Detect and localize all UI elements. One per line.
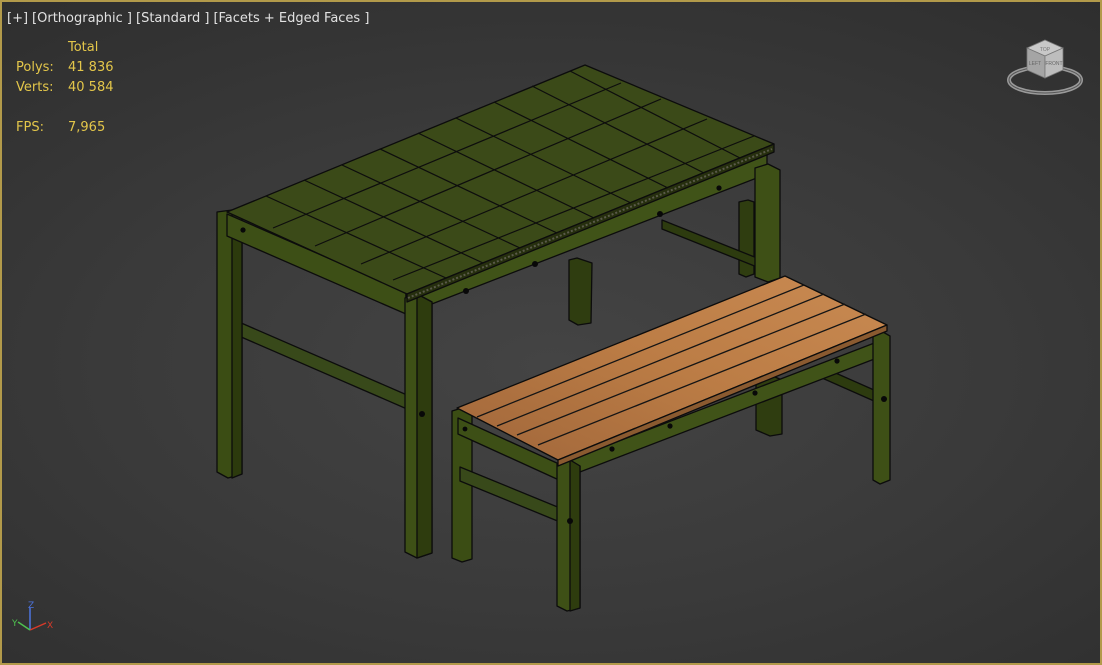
y-axis-line [17,621,31,631]
viewport-perspective[interactable]: [+] [Orthographic ] [Standard ] [Facets … [0,0,1102,665]
viewcube-left-label: LEFT [1029,61,1041,67]
axis-tripod-icon: Z X Y [11,601,53,631]
viewcube-top-label: TOP [1040,47,1051,53]
viewcube-icon[interactable]: TOP LEFT FRONT [1005,36,1085,98]
viewcube-front-label: FRONT [1045,61,1062,67]
bench-model[interactable] [451,275,891,612]
x-axis-line [29,622,47,631]
scene-3d-render[interactable] [2,2,1100,663]
z-axis-label: Z [28,601,34,611]
y-axis-label: Y [11,619,18,629]
x-axis-label: X [47,621,53,631]
